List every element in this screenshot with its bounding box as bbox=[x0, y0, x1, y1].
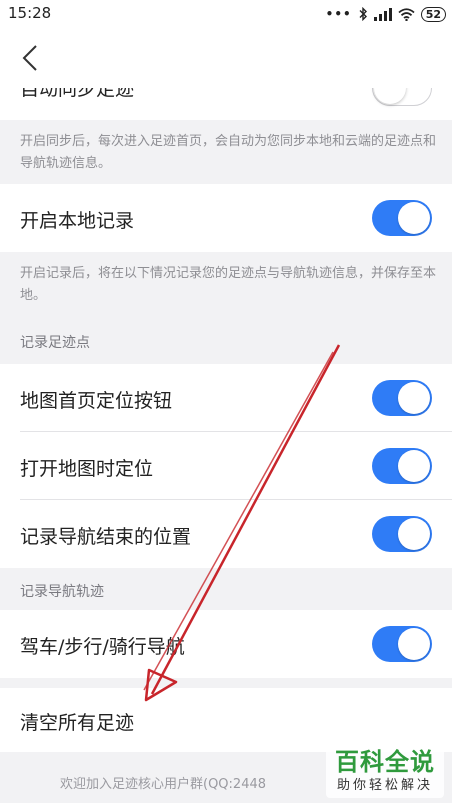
local-record-label: 开启本地记录 bbox=[20, 210, 135, 232]
footer-text: 欢迎加入足迹核心用户群(QQ:2448 bbox=[60, 777, 267, 792]
local-record-row[interactable]: 开启本地记录 bbox=[0, 184, 452, 252]
open-map-locate-label: 打开地图时定位 bbox=[20, 458, 154, 480]
drive-walk-ride-nav-label: 驾车/步行/骑行导航 bbox=[20, 636, 185, 658]
auto-sync-label: 自动同步足迹 bbox=[20, 88, 135, 100]
watermark-logo: 百科全说 助你轻松解决 bbox=[326, 740, 444, 798]
bluetooth-icon bbox=[359, 7, 367, 21]
status-bar: 15:28 ••• 52 bbox=[0, 0, 452, 28]
sync-note-text: 开启同步后，每次进入足迹首页，会自动为您同步本地和云端的足迹点和导航轨迹信息。 bbox=[20, 134, 437, 171]
nav-end-position-label: 记录导航结束的位置 bbox=[20, 526, 192, 548]
signal-icon bbox=[373, 7, 392, 21]
open-map-locate-toggle[interactable] bbox=[372, 448, 432, 484]
record-note: 开启记录后，将在以下情况记录您的足迹点与导航轨迹信息，并保存至本地。 bbox=[0, 252, 452, 316]
local-record-toggle[interactable] bbox=[372, 200, 432, 236]
open-map-locate-row[interactable]: 打开地图时定位 bbox=[0, 432, 452, 500]
more-dots-icon: ••• bbox=[325, 7, 352, 21]
map-locate-button-row[interactable]: 地图首页定位按钮 bbox=[0, 364, 452, 432]
map-locate-button-label: 地图首页定位按钮 bbox=[20, 390, 173, 412]
battery-indicator: 52 bbox=[420, 6, 446, 22]
sync-note: 开启同步后，每次进入足迹首页，会自动为您同步本地和云端的足迹点和导航轨迹信息。 bbox=[0, 120, 452, 184]
watermark-title: 百科全说 bbox=[335, 748, 435, 776]
status-icons: ••• 52 bbox=[326, 5, 446, 23]
auto-sync-toggle[interactable] bbox=[372, 88, 432, 106]
section-nav-tracks-title: 记录导航轨迹 bbox=[20, 584, 104, 600]
status-time: 15:28 bbox=[8, 4, 52, 22]
back-arrow-icon[interactable] bbox=[18, 44, 44, 72]
section-footprint-points: 记录足迹点 bbox=[0, 316, 452, 364]
section-nav-tracks: 记录导航轨迹 bbox=[0, 568, 452, 610]
watermark-subtitle: 助你轻松解决 bbox=[336, 778, 433, 793]
wifi-icon bbox=[398, 7, 415, 21]
map-locate-button-toggle[interactable] bbox=[372, 380, 432, 416]
clear-all-footprints-label: 清空所有足迹 bbox=[20, 712, 135, 734]
nav-end-position-toggle[interactable] bbox=[372, 516, 432, 552]
nav-bar bbox=[0, 28, 452, 88]
drive-walk-ride-nav-toggle[interactable] bbox=[372, 626, 432, 662]
nav-end-position-row[interactable]: 记录导航结束的位置 bbox=[0, 500, 452, 568]
auto-sync-row[interactable]: 自动同步足迹 bbox=[0, 88, 452, 120]
record-note-text: 开启记录后，将在以下情况记录您的足迹点与导航轨迹信息，并保存至本地。 bbox=[20, 266, 437, 303]
section-footprint-points-title: 记录足迹点 bbox=[20, 335, 90, 351]
drive-walk-ride-nav-row[interactable]: 驾车/步行/骑行导航 bbox=[0, 610, 452, 678]
